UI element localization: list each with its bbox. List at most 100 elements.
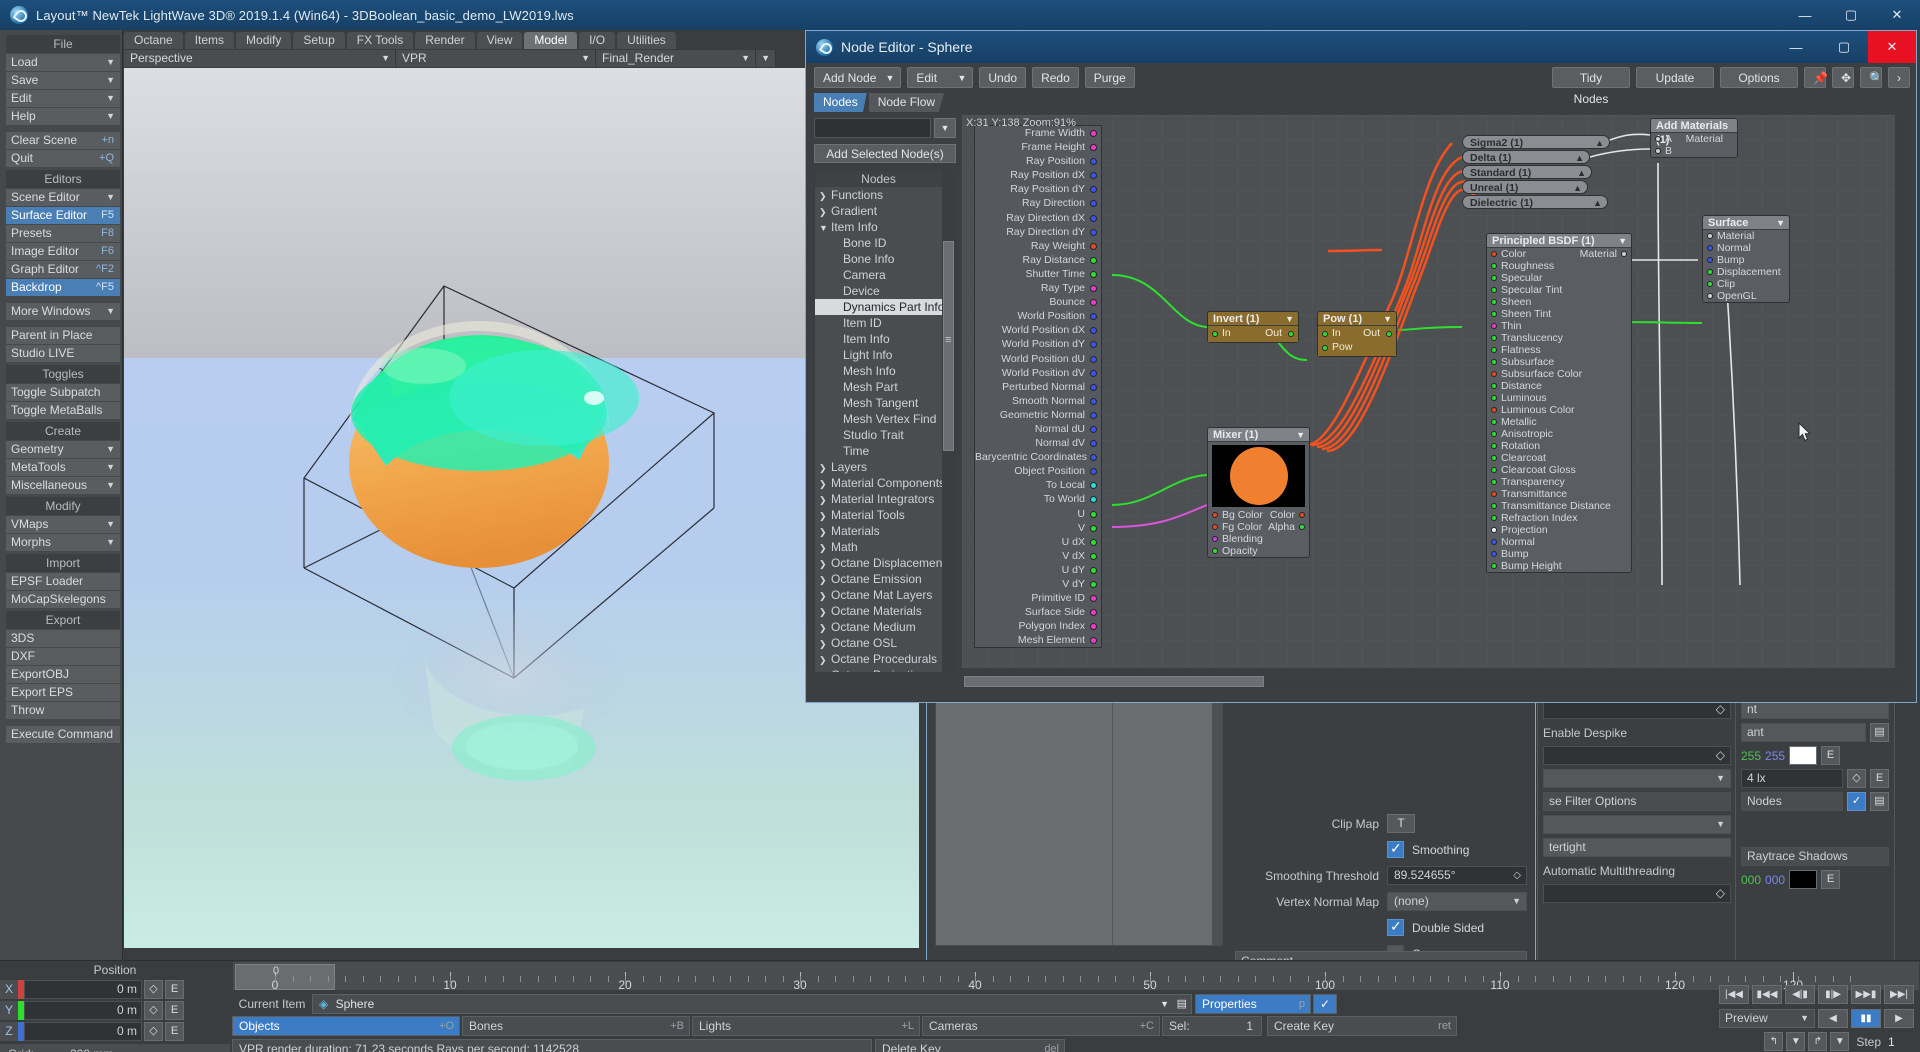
node-tree-item-math[interactable]: ❯ Math: [815, 539, 942, 555]
sidebar-item-parent-in-place[interactable]: Parent in Place: [6, 327, 120, 344]
pin-icon[interactable]: 📌: [1804, 67, 1828, 88]
surface-input-normal[interactable]: Normal: [1703, 242, 1789, 254]
pow-in-port[interactable]: [1322, 331, 1328, 337]
port-dot[interactable]: [1090, 200, 1097, 208]
chevron-down-icon-2[interactable]: ▼: [1830, 1032, 1850, 1051]
port-dot[interactable]: [1491, 311, 1497, 317]
principled-input-transmittance-distance[interactable]: Transmittance Distance: [1487, 500, 1631, 512]
output-port-barycentric-coordinates[interactable]: Barycentric Coordinates: [975, 450, 1101, 464]
node-search-dropdown[interactable]: ▼: [934, 118, 956, 138]
sidebar-item-vmaps[interactable]: VMaps ▼: [6, 516, 120, 533]
port-dot[interactable]: [1090, 411, 1097, 419]
output-port-v-dx[interactable]: V dX: [975, 549, 1101, 563]
port-dot[interactable]: [1491, 335, 1497, 341]
light-constant-dropdown[interactable]: ant: [1741, 723, 1866, 742]
add-node-dropdown[interactable]: Add Node ▼: [814, 67, 902, 88]
principled-input-subsurface[interactable]: Subsurface: [1487, 356, 1631, 368]
invert-node[interactable]: Invert (1) ▼ In Out: [1207, 311, 1299, 343]
port-dot[interactable]: [1491, 263, 1497, 269]
port-dot[interactable]: [1491, 287, 1497, 293]
principled-input-clearcoat-gloss[interactable]: Clearcoat Gloss: [1487, 464, 1631, 476]
list-icon[interactable]: ▤: [1177, 995, 1187, 1013]
clip-map-texture-button[interactable]: T: [1387, 814, 1415, 833]
surface-input-clip[interactable]: Clip: [1703, 278, 1789, 290]
update-button[interactable]: Update: [1636, 67, 1714, 88]
output-port-ray-distance[interactable]: Ray Distance: [975, 253, 1101, 267]
sidebar-item-more-windows[interactable]: More Windows ▼: [6, 303, 120, 320]
port-dot[interactable]: [1090, 496, 1097, 504]
node-tree-item-studio-trait[interactable]: Studio Trait: [815, 427, 942, 443]
node-tree-item-octane-displacements[interactable]: ❯ Octane Displacements: [815, 555, 942, 571]
selection-button-lights[interactable]: Lights +L: [692, 1016, 920, 1036]
port-dot[interactable]: [1299, 524, 1305, 530]
output-port-world-position-dy[interactable]: World Position dY: [975, 337, 1101, 351]
port-dot[interactable]: [1090, 552, 1097, 560]
menu-tab-i-o[interactable]: I/O: [579, 32, 616, 49]
axis-value-y[interactable]: 0 m: [24, 1001, 142, 1020]
port-dot[interactable]: [1090, 327, 1097, 335]
sidebar-item-load[interactable]: Load ▼: [6, 54, 120, 71]
port-dot[interactable]: [1090, 242, 1097, 250]
transport-prev-frame[interactable]: ◀|▮: [1785, 985, 1815, 1004]
chevron-right-icon[interactable]: ❯: [819, 652, 831, 668]
node-tab-nodes[interactable]: Nodes: [814, 93, 867, 112]
invert-out-port[interactable]: [1288, 331, 1294, 337]
principled-input-projection[interactable]: Projection: [1487, 524, 1631, 536]
light-intensity-input[interactable]: 4 lx: [1741, 769, 1843, 788]
add-materials-node[interactable]: Add Materials (1) A Material B: [1650, 118, 1738, 158]
sidebar-item-help[interactable]: Help ▼: [6, 108, 120, 125]
node-tree-item-material-tools[interactable]: ❯ Material Tools: [815, 507, 942, 523]
output-port-world-position-dx[interactable]: World Position dX: [975, 323, 1101, 337]
port-dot[interactable]: [1090, 172, 1097, 180]
chevron-right-icon[interactable]: ❯: [819, 492, 831, 508]
output-port-perturbed-normal[interactable]: Perturbed Normal: [975, 380, 1101, 394]
port-dot[interactable]: [1090, 623, 1097, 631]
menu-tab-items[interactable]: Items: [184, 32, 235, 49]
expand-icon[interactable]: ›: [1888, 67, 1910, 88]
output-port-bounce[interactable]: Bounce: [975, 295, 1101, 309]
menu-tab-modify[interactable]: Modify: [236, 32, 292, 49]
transport-go-to-end[interactable]: ▶▶|: [1884, 985, 1914, 1004]
output-port-surface-side[interactable]: Surface Side: [975, 605, 1101, 619]
port-dot[interactable]: [1707, 281, 1713, 287]
node-tree-item-layers[interactable]: ❯ Layers: [815, 459, 942, 475]
port-dot[interactable]: [1090, 595, 1097, 603]
output-port-ray-position-dx[interactable]: Ray Position dX: [975, 168, 1101, 182]
collapsed-node-standard-1-[interactable]: Standard (1) ▲: [1462, 165, 1592, 179]
sidebar-item-metatools[interactable]: MetaTools ▼: [6, 459, 120, 476]
stepper-arrows-icon[interactable]: ◇: [144, 980, 163, 999]
pause-button[interactable]: ▮▮: [1851, 1009, 1881, 1028]
port-dot[interactable]: [1491, 431, 1497, 437]
node-editor-maximize-button[interactable]: ▢: [1820, 31, 1868, 63]
output-port-ray-position-dy[interactable]: Ray Position dY: [975, 182, 1101, 196]
surface-input-bump[interactable]: Bump: [1703, 254, 1789, 266]
port-dot[interactable]: [1090, 468, 1097, 476]
principled-input-roughness[interactable]: Roughness: [1487, 260, 1631, 272]
port-dot[interactable]: [1491, 527, 1497, 533]
edit-dropdown[interactable]: Edit ▼: [907, 67, 974, 88]
render-dropdown-1[interactable]: ▼: [1543, 769, 1731, 788]
principled-input-subsurface-color[interactable]: Subsurface Color: [1487, 368, 1631, 380]
collapsed-node-sigma2-1-[interactable]: Sigma2 (1) ▲: [1462, 135, 1610, 149]
port-dot[interactable]: [1491, 359, 1497, 365]
port-dot[interactable]: [1491, 443, 1497, 449]
scrollbar-thumb[interactable]: [964, 676, 1264, 687]
shadow-color-swatch[interactable]: [1789, 870, 1818, 889]
port-dot[interactable]: [1491, 419, 1497, 425]
sidebar-item-morphs[interactable]: Morphs ▼: [6, 534, 120, 551]
sidebar-item-mocapskelegons[interactable]: MoCapSkelegons: [6, 591, 120, 608]
output-port-to-local[interactable]: To Local: [975, 478, 1101, 492]
menu-tab-view[interactable]: View: [476, 32, 523, 49]
port-dot[interactable]: [1090, 355, 1097, 363]
port-dot[interactable]: [1491, 491, 1497, 497]
selection-button-cameras[interactable]: Cameras +C: [922, 1016, 1160, 1036]
node-tree-item-gradient[interactable]: ❯ Gradient: [815, 203, 942, 219]
menu-tab-fx-tools[interactable]: FX Tools: [346, 32, 414, 49]
light-color-swatch[interactable]: [1789, 746, 1818, 765]
principled-input-color[interactable]: Color Material: [1487, 248, 1631, 260]
principled-bsdf-node[interactable]: Principled BSDF (1) ▼ Color Material Rough…: [1486, 233, 1632, 573]
port-dot[interactable]: [1090, 228, 1097, 236]
output-port-ray-weight[interactable]: Ray Weight: [975, 239, 1101, 253]
transport-next-frame[interactable]: ▮|▶: [1818, 985, 1848, 1004]
output-port-v[interactable]: V: [975, 521, 1101, 535]
